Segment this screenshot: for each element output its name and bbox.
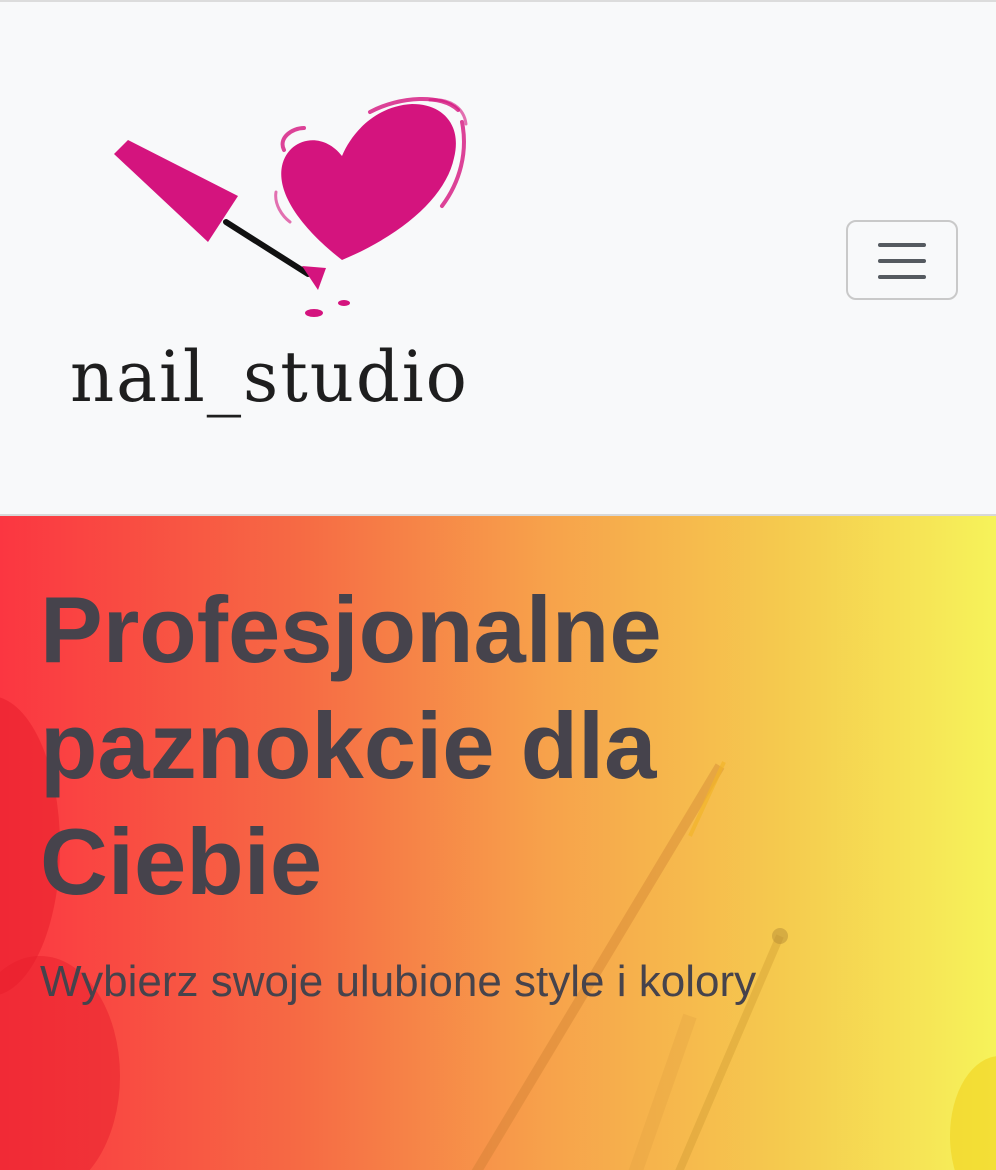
navbar: nail_studio [0, 0, 996, 514]
hero-subtitle: Wybierz swoje ulubione style i kolory [40, 957, 757, 1006]
hero-banner: Profesjonalne paznokcie dla Ciebie Wybie… [0, 514, 996, 1170]
drop-2 [338, 300, 350, 306]
hamburger-menu-icon [878, 243, 926, 279]
page: nail_studio Profesjonalne paznokcie dla … [0, 0, 996, 1170]
brush-handle [223, 219, 311, 277]
brush-tip [302, 266, 326, 290]
brand-name: nail_studio [70, 336, 469, 418]
drop-1 [305, 309, 323, 317]
flower-petal-icon [950, 1056, 996, 1170]
heart-shape [281, 104, 456, 260]
nail-brush-silhouette [628, 1013, 697, 1170]
dotting-tool-ball [772, 928, 788, 944]
brush-cap [114, 140, 238, 242]
brand-logo-link[interactable]: nail_studio [70, 92, 530, 432]
nail-polish-heart-icon [114, 97, 468, 317]
navbar-toggler-button[interactable] [846, 220, 958, 300]
hero-title: Profesjonalne paznokcie dla Ciebie [40, 577, 662, 914]
